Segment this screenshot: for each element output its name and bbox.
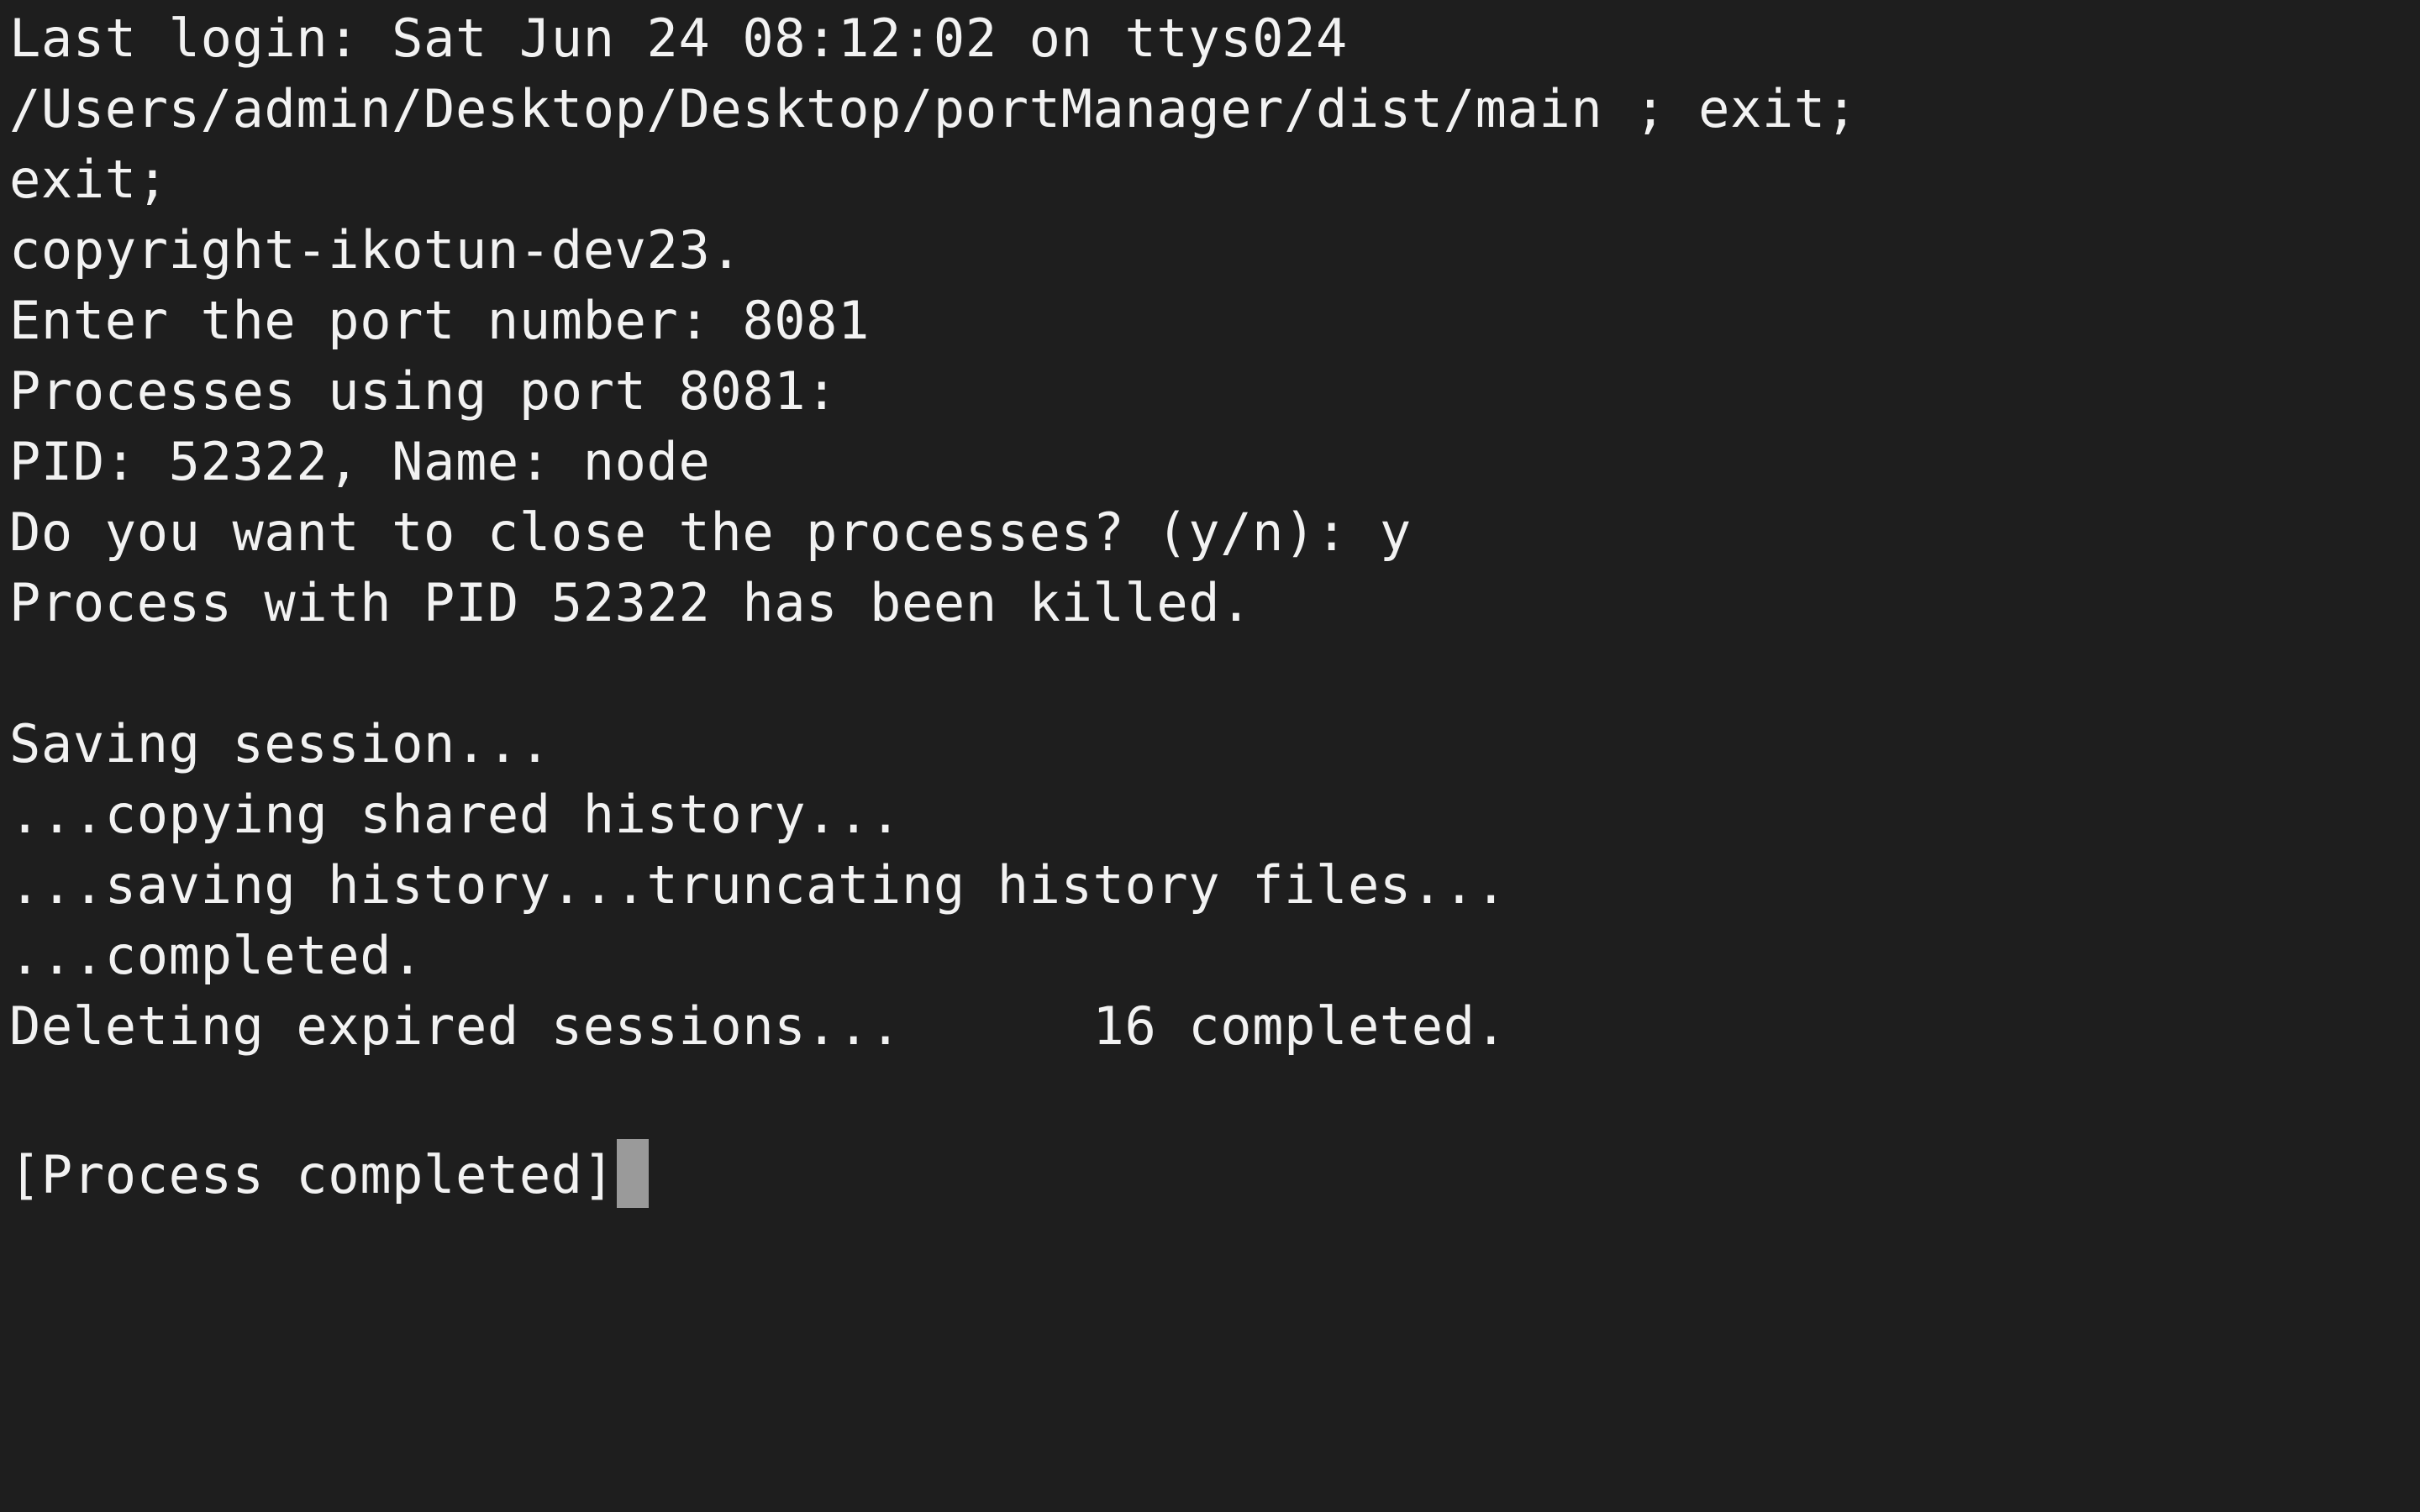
terminal-line-copying-history: ...copying shared history... (9, 784, 902, 845)
terminal-line-completed: ...completed. (9, 925, 424, 986)
terminal-line-exit: exit; (9, 149, 169, 210)
terminal-line-copyright: copyright-ikotun-dev23. (9, 219, 743, 281)
terminal-line-port-prompt: Enter the port number: 8081 (9, 290, 871, 351)
terminal-cursor (616, 1139, 649, 1208)
terminal-line-close-prompt: Do you want to close the processes? (y/n… (9, 501, 1412, 563)
terminal-line-command: /Users/admin/Desktop/Desktop/portManager… (9, 78, 1858, 139)
terminal-line-process-info: PID: 52322, Name: node (9, 431, 711, 492)
terminal-window[interactable]: Last login: Sat Jun 24 08:12:02 on ttys0… (0, 0, 2420, 1512)
terminal-line-killed: Process with PID 52322 has been killed. (9, 572, 1253, 633)
process-completed-text: [Process completed] (9, 1144, 615, 1205)
terminal-line-process-completed: [Process completed] (9, 1139, 2420, 1210)
terminal-line-saving-history: ...saving history...truncating history f… (9, 854, 1507, 916)
terminal-line-last-login: Last login: Sat Jun 24 08:12:02 on ttys0… (9, 8, 1348, 69)
terminal-line-processes-header: Processes using port 8081: (9, 360, 839, 422)
terminal-line-deleting-sessions: Deleting expired sessions... 16 complete… (9, 995, 1507, 1057)
terminal-line-saving-session: Saving session... (9, 713, 551, 774)
